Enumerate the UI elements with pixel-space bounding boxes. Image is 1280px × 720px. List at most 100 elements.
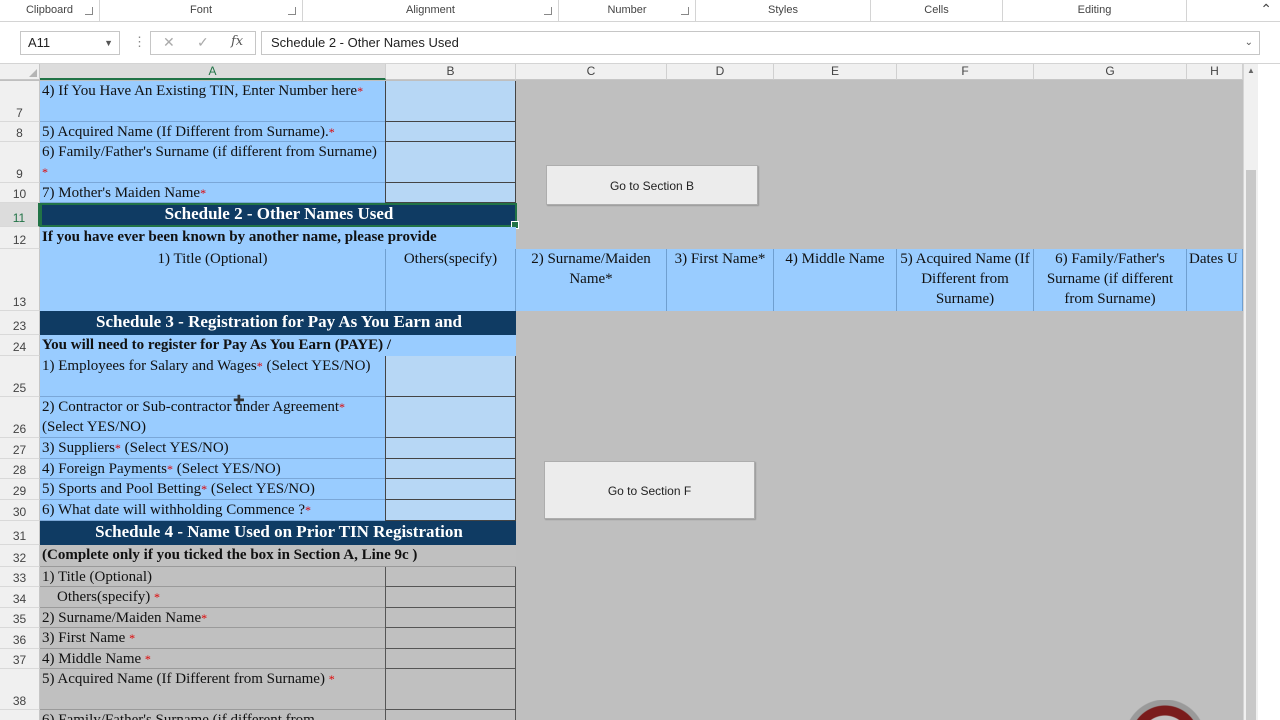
- row-header-31[interactable]: 31: [0, 521, 40, 545]
- cell-a10[interactable]: 7) Mother's Maiden Name*: [40, 183, 386, 203]
- cell-c13-header[interactable]: 2) Surname/Maiden Name*: [516, 249, 667, 311]
- column-header-h[interactable]: H: [1187, 64, 1243, 80]
- row-header-11[interactable]: 11: [0, 203, 40, 227]
- cell-a13-header[interactable]: 1) Title (Optional): [40, 249, 386, 311]
- scroll-up-icon[interactable]: ▲: [1247, 66, 1255, 75]
- row-header-30[interactable]: 30: [0, 500, 40, 521]
- row-header-37[interactable]: 37: [0, 649, 40, 669]
- cell-b8[interactable]: [385, 122, 516, 142]
- row-header-25[interactable]: 25: [0, 356, 40, 397]
- cell-a35[interactable]: 2) Surname/Maiden Name*: [40, 608, 386, 628]
- cell-h13-header[interactable]: Dates U: [1187, 249, 1243, 311]
- row-header-32[interactable]: 32: [0, 545, 40, 567]
- go-to-section-f-button[interactable]: Go to Section F: [544, 461, 755, 519]
- row-header-36[interactable]: 36: [0, 628, 40, 649]
- cell-b29-select[interactable]: [385, 479, 516, 500]
- number-dialog-launcher-icon[interactable]: [681, 7, 689, 15]
- row-header-23[interactable]: 23: [0, 311, 40, 335]
- cell-a36[interactable]: 3) First Name *: [40, 628, 386, 649]
- formula-bar-options-icon[interactable]: ⋮: [133, 34, 146, 50]
- cell-a11-schedule-2-heading[interactable]: Schedule 2 - Other Names Used: [40, 203, 516, 227]
- collapse-ribbon-icon[interactable]: ⌃: [1260, 1, 1272, 18]
- cell-b26-select[interactable]: [385, 397, 516, 438]
- row-header-9[interactable]: 9: [0, 142, 40, 183]
- cell-a30[interactable]: 6) What date will withholding Commence ?…: [40, 500, 386, 521]
- cell-a33[interactable]: 1) Title (Optional): [40, 567, 386, 587]
- cell-b38[interactable]: [385, 669, 516, 710]
- cell-e13-header[interactable]: 4) Middle Name: [774, 249, 897, 311]
- scrollbar-thumb[interactable]: [1246, 170, 1256, 720]
- vertical-scrollbar[interactable]: ▲: [1243, 64, 1258, 720]
- column-header-g[interactable]: G: [1034, 64, 1187, 80]
- cell-b33[interactable]: [385, 567, 516, 587]
- row-header-27[interactable]: 27: [0, 438, 40, 459]
- row-header-24[interactable]: 24: [0, 335, 40, 356]
- row-header-28[interactable]: 28: [0, 459, 40, 479]
- enter-icon[interactable]: ✓: [197, 34, 209, 51]
- worksheet-grid[interactable]: A B C D E F G H 7 4) If You Have An Exis…: [0, 64, 1280, 720]
- cell-a31-schedule-4-heading[interactable]: Schedule 4 - Name Used on Prior TIN Regi…: [40, 521, 516, 545]
- clipboard-dialog-launcher-icon[interactable]: [85, 7, 93, 15]
- column-header-c[interactable]: C: [516, 64, 667, 80]
- row-header-10[interactable]: 10: [0, 183, 40, 203]
- cell-a9[interactable]: 6) Family/Father's Surname (if different…: [40, 142, 386, 183]
- cell-d13-header[interactable]: 3) First Name*: [667, 249, 774, 311]
- select-all-corner[interactable]: [0, 64, 40, 80]
- cell-b37[interactable]: [385, 649, 516, 669]
- row-header-26[interactable]: 26: [0, 397, 40, 438]
- cell-b28-select[interactable]: [385, 459, 516, 479]
- cell-a7[interactable]: 4) If You Have An Existing TIN, Enter Nu…: [40, 81, 386, 122]
- cell-a29[interactable]: 5) Sports and Pool Betting* (Select YES/…: [40, 479, 386, 500]
- cell-b30-date[interactable]: [385, 500, 516, 521]
- cell-b7[interactable]: [385, 81, 516, 122]
- cell-a12-instruction[interactable]: If you have ever been known by another n…: [40, 227, 516, 249]
- cell-a39[interactable]: 6) Family/Father's Surname (if different…: [40, 710, 386, 720]
- cell-f13-header[interactable]: 5) Acquired Name (If Different from Surn…: [897, 249, 1034, 311]
- cell-b36[interactable]: [385, 628, 516, 649]
- row-header-34[interactable]: 34: [0, 587, 40, 608]
- cell-g13-header[interactable]: 6) Family/Father's Surname (if different…: [1034, 249, 1187, 311]
- cell-b25-select[interactable]: [385, 356, 516, 397]
- cell-b27-select[interactable]: [385, 438, 516, 459]
- row-header-29[interactable]: 29: [0, 479, 40, 500]
- row-header-12[interactable]: 12: [0, 227, 40, 249]
- expand-formula-bar-icon[interactable]: ⌄: [1245, 32, 1253, 54]
- name-box[interactable]: A11 ▼: [20, 31, 120, 55]
- column-header-b[interactable]: B: [386, 64, 516, 80]
- cell-a32-instruction[interactable]: (Complete only if you ticked the box in …: [40, 545, 516, 567]
- cell-b34[interactable]: [385, 587, 516, 608]
- row-header-38[interactable]: 38: [0, 669, 40, 710]
- cell-a8[interactable]: 5) Acquired Name (If Different from Surn…: [40, 122, 386, 142]
- row-header-8[interactable]: 8: [0, 122, 40, 142]
- cell-b10[interactable]: [385, 183, 516, 203]
- column-header-f[interactable]: F: [897, 64, 1034, 80]
- column-header-e[interactable]: E: [774, 64, 897, 80]
- cell-a25[interactable]: 1) Employees for Salary and Wages* (Sele…: [40, 356, 386, 397]
- cell-b9[interactable]: [385, 142, 516, 183]
- font-dialog-launcher-icon[interactable]: [288, 7, 296, 15]
- row-header-13[interactable]: 13: [0, 249, 40, 311]
- cell-b39[interactable]: [385, 710, 516, 720]
- cancel-icon[interactable]: ✕: [163, 34, 175, 51]
- go-to-section-b-button[interactable]: Go to Section B: [546, 165, 758, 205]
- cell-a34[interactable]: Others(specify) *: [40, 587, 386, 608]
- name-box-dropdown-icon[interactable]: ▼: [104, 32, 113, 54]
- row-header-35[interactable]: 35: [0, 608, 40, 628]
- row-header-7[interactable]: 7: [0, 81, 40, 122]
- column-header-d[interactable]: D: [667, 64, 774, 80]
- column-header-a[interactable]: A: [40, 64, 386, 80]
- row-header-33[interactable]: 33: [0, 567, 40, 587]
- cell-b13-header[interactable]: Others(specify): [386, 249, 516, 311]
- cell-a28[interactable]: 4) Foreign Payments* (Select YES/NO): [40, 459, 386, 479]
- cell-a38[interactable]: 5) Acquired Name (If Different from Surn…: [40, 669, 386, 710]
- alignment-dialog-launcher-icon[interactable]: [544, 7, 552, 15]
- cell-a23-schedule-3-heading[interactable]: Schedule 3 - Registration for Pay As You…: [40, 311, 516, 335]
- cell-a26[interactable]: 2) Contractor or Sub-contractor under Ag…: [40, 397, 386, 438]
- row-header-39[interactable]: [0, 710, 40, 720]
- cell-a37[interactable]: 4) Middle Name *: [40, 649, 386, 669]
- formula-input[interactable]: Schedule 2 - Other Names Used ⌄: [261, 31, 1260, 55]
- cell-a24-instruction[interactable]: You will need to register for Pay As You…: [40, 335, 516, 356]
- cell-a27[interactable]: 3) Suppliers* (Select YES/NO): [40, 438, 386, 459]
- insert-function-icon[interactable]: fx: [231, 34, 243, 49]
- cell-b35[interactable]: [385, 608, 516, 628]
